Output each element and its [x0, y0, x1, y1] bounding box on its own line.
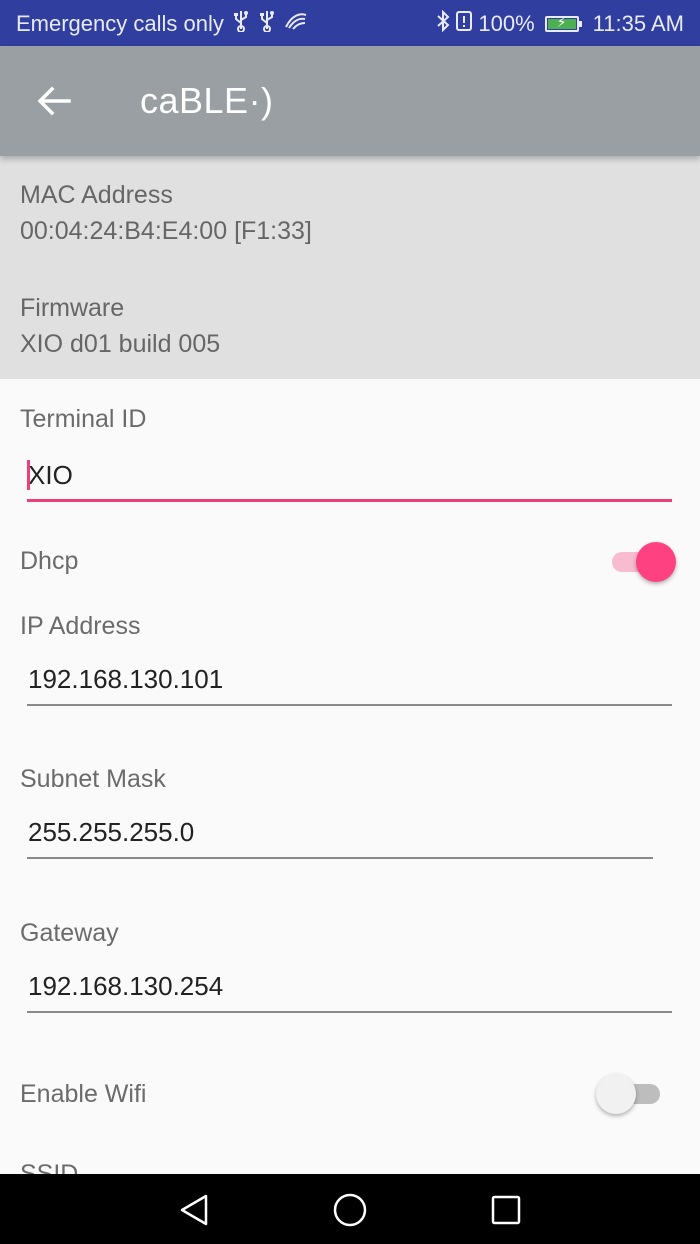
firmware-value: XIO d01 build 005 — [20, 330, 221, 358]
bluetooth-icon — [436, 9, 450, 38]
swiftkey-icon — [284, 11, 308, 37]
switch-thumb — [636, 542, 676, 582]
battery-icon: ⚡ — [544, 14, 582, 32]
subnet-mask-label: Subnet Mask — [20, 765, 166, 793]
dhcp-label: Dhcp — [20, 547, 79, 575]
firmware-block: Firmware XIO d01 build 005 — [20, 293, 220, 359]
navigation-bar — [0, 1174, 700, 1244]
terminal-id-input[interactable] — [27, 452, 673, 498]
mac-address-value: 00:04:24:B4:E4:00 [F1:33] — [20, 217, 312, 245]
charging-bolt-icon: ⚡ — [556, 14, 567, 30]
status-right: 100% ⚡ 11:35 AM — [436, 9, 684, 38]
home-circle-icon — [333, 1193, 367, 1227]
app-title: caBLE·) — [140, 80, 274, 121]
arrow-back-icon — [37, 86, 71, 116]
enable-wifi-switch[interactable] — [596, 1074, 660, 1114]
ip-address-field[interactable] — [27, 656, 673, 706]
app-bar: caBLE·) — [0, 46, 700, 156]
usb-icon — [258, 10, 276, 38]
device-info-panel: MAC Address 00:04:24:B4:E4:00 [F1:33] Fi… — [0, 156, 700, 379]
dhcp-switch[interactable] — [612, 542, 676, 582]
carrier-text: Emergency calls only — [16, 11, 224, 36]
nav-back-button[interactable] — [172, 1188, 216, 1232]
ip-address-input[interactable] — [27, 656, 673, 702]
status-bar: Emergency calls only 100% ⚡ 11:35 AM — [0, 0, 700, 46]
app-screen: Emergency calls only 100% ⚡ 11:35 AM caB… — [0, 0, 700, 1244]
mac-address-label: MAC Address — [20, 181, 173, 209]
gateway-field[interactable] — [27, 963, 673, 1013]
gateway-input[interactable] — [27, 963, 673, 1009]
back-triangle-icon — [180, 1194, 208, 1226]
switch-thumb — [596, 1074, 636, 1114]
ip-address-label: IP Address — [20, 612, 141, 640]
subnet-mask-field[interactable] — [27, 809, 654, 859]
nav-recents-button[interactable] — [484, 1188, 528, 1232]
subnet-mask-input[interactable] — [27, 809, 654, 855]
gateway-label: Gateway — [20, 919, 119, 947]
battery-percent: 100% — [478, 11, 535, 36]
text-cursor — [27, 460, 30, 490]
nav-home-button[interactable] — [328, 1188, 372, 1232]
recents-square-icon — [491, 1195, 521, 1225]
alert-icon — [456, 10, 473, 38]
mac-address-block: MAC Address 00:04:24:B4:E4:00 [F1:33] — [20, 180, 312, 246]
back-button[interactable] — [22, 74, 86, 128]
status-left: Emergency calls only — [16, 10, 308, 38]
firmware-label: Firmware — [20, 294, 125, 322]
terminal-id-field[interactable] — [27, 452, 673, 502]
clock: 11:35 AM — [592, 11, 684, 36]
usb-icon — [232, 10, 250, 38]
terminal-id-label: Terminal ID — [20, 405, 147, 433]
enable-wifi-label: Enable Wifi — [20, 1080, 147, 1108]
